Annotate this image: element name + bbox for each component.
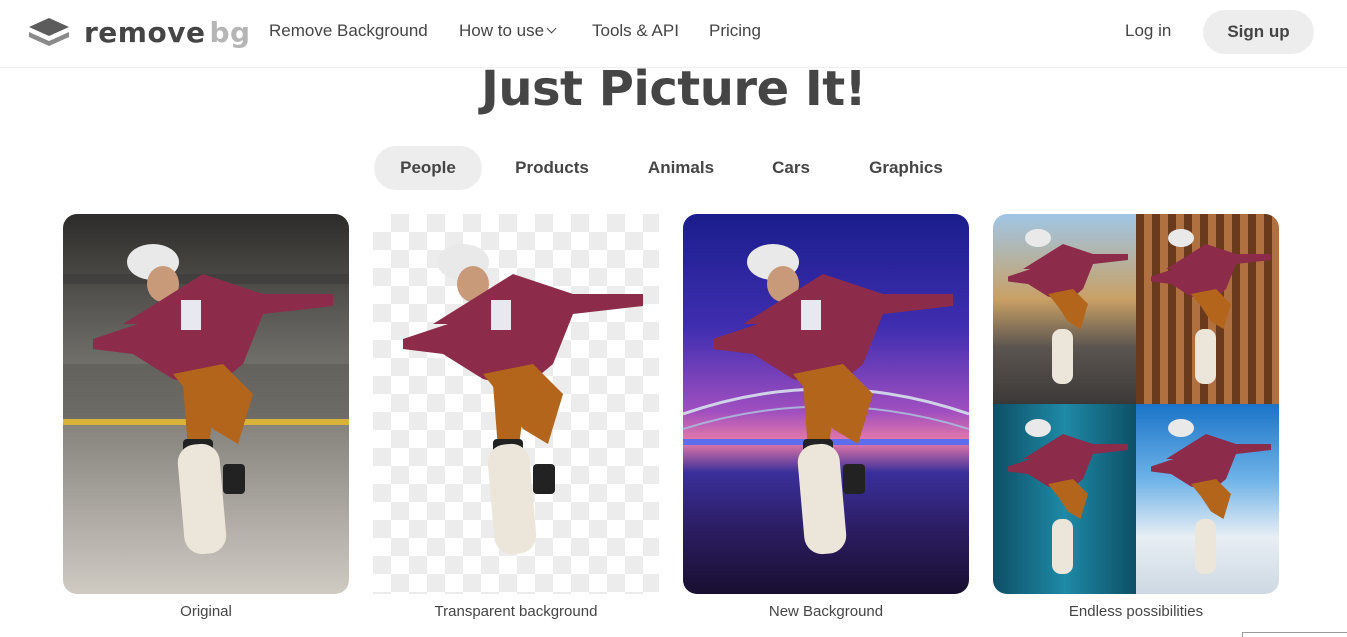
skater-image (1008, 229, 1128, 384)
collage-tile-clouds (1136, 404, 1279, 594)
logo-wordmark: remove bg (84, 16, 251, 49)
chevron-down-icon (546, 23, 557, 34)
skater-image (63, 244, 349, 555)
top-navigation: remove bg Remove Background How to use To… (0, 0, 1347, 68)
caption-endless: Endless possibilities (1068, 603, 1204, 620)
tab-graphics[interactable]: Graphics (854, 146, 958, 190)
tab-cars[interactable]: Cars (756, 146, 826, 190)
image-transparent (373, 214, 659, 594)
skater-image (1008, 419, 1128, 574)
collage-tile-road (993, 214, 1136, 404)
nav-how-to-use[interactable]: How to use (459, 21, 557, 41)
nav-remove-background[interactable]: Remove Background (269, 21, 428, 41)
tab-products[interactable]: Products (500, 146, 604, 190)
caption-transparent: Transparent background (434, 603, 598, 620)
partial-widget (1242, 632, 1347, 637)
image-endless-possibilities (993, 214, 1279, 594)
image-new-background (683, 214, 969, 594)
tab-animals[interactable]: Animals (634, 146, 728, 190)
skater-image (403, 244, 643, 555)
logo[interactable]: remove bg (27, 16, 251, 49)
nav-tools-api[interactable]: Tools & API (592, 21, 679, 41)
collage-tile-wood (1136, 214, 1279, 404)
caption-new-background: New Background (768, 603, 884, 620)
skater-image (683, 244, 969, 555)
page-title: Just Picture It! (480, 61, 867, 117)
skater-image (1151, 419, 1271, 574)
nav-how-to-use-label: How to use (459, 21, 545, 40)
logo-icon (29, 18, 69, 46)
nav-pricing[interactable]: Pricing (709, 21, 761, 41)
logo-word-bg: bg (209, 15, 251, 49)
skater-image (1151, 229, 1271, 384)
image-original (63, 214, 349, 594)
tab-people[interactable]: People (374, 146, 482, 190)
collage-tile-teal (993, 404, 1136, 594)
caption-original: Original (180, 603, 232, 620)
signup-button[interactable]: Sign up (1203, 10, 1314, 54)
login-link[interactable]: Log in (1125, 21, 1171, 41)
logo-word-remove: remove (84, 15, 206, 49)
